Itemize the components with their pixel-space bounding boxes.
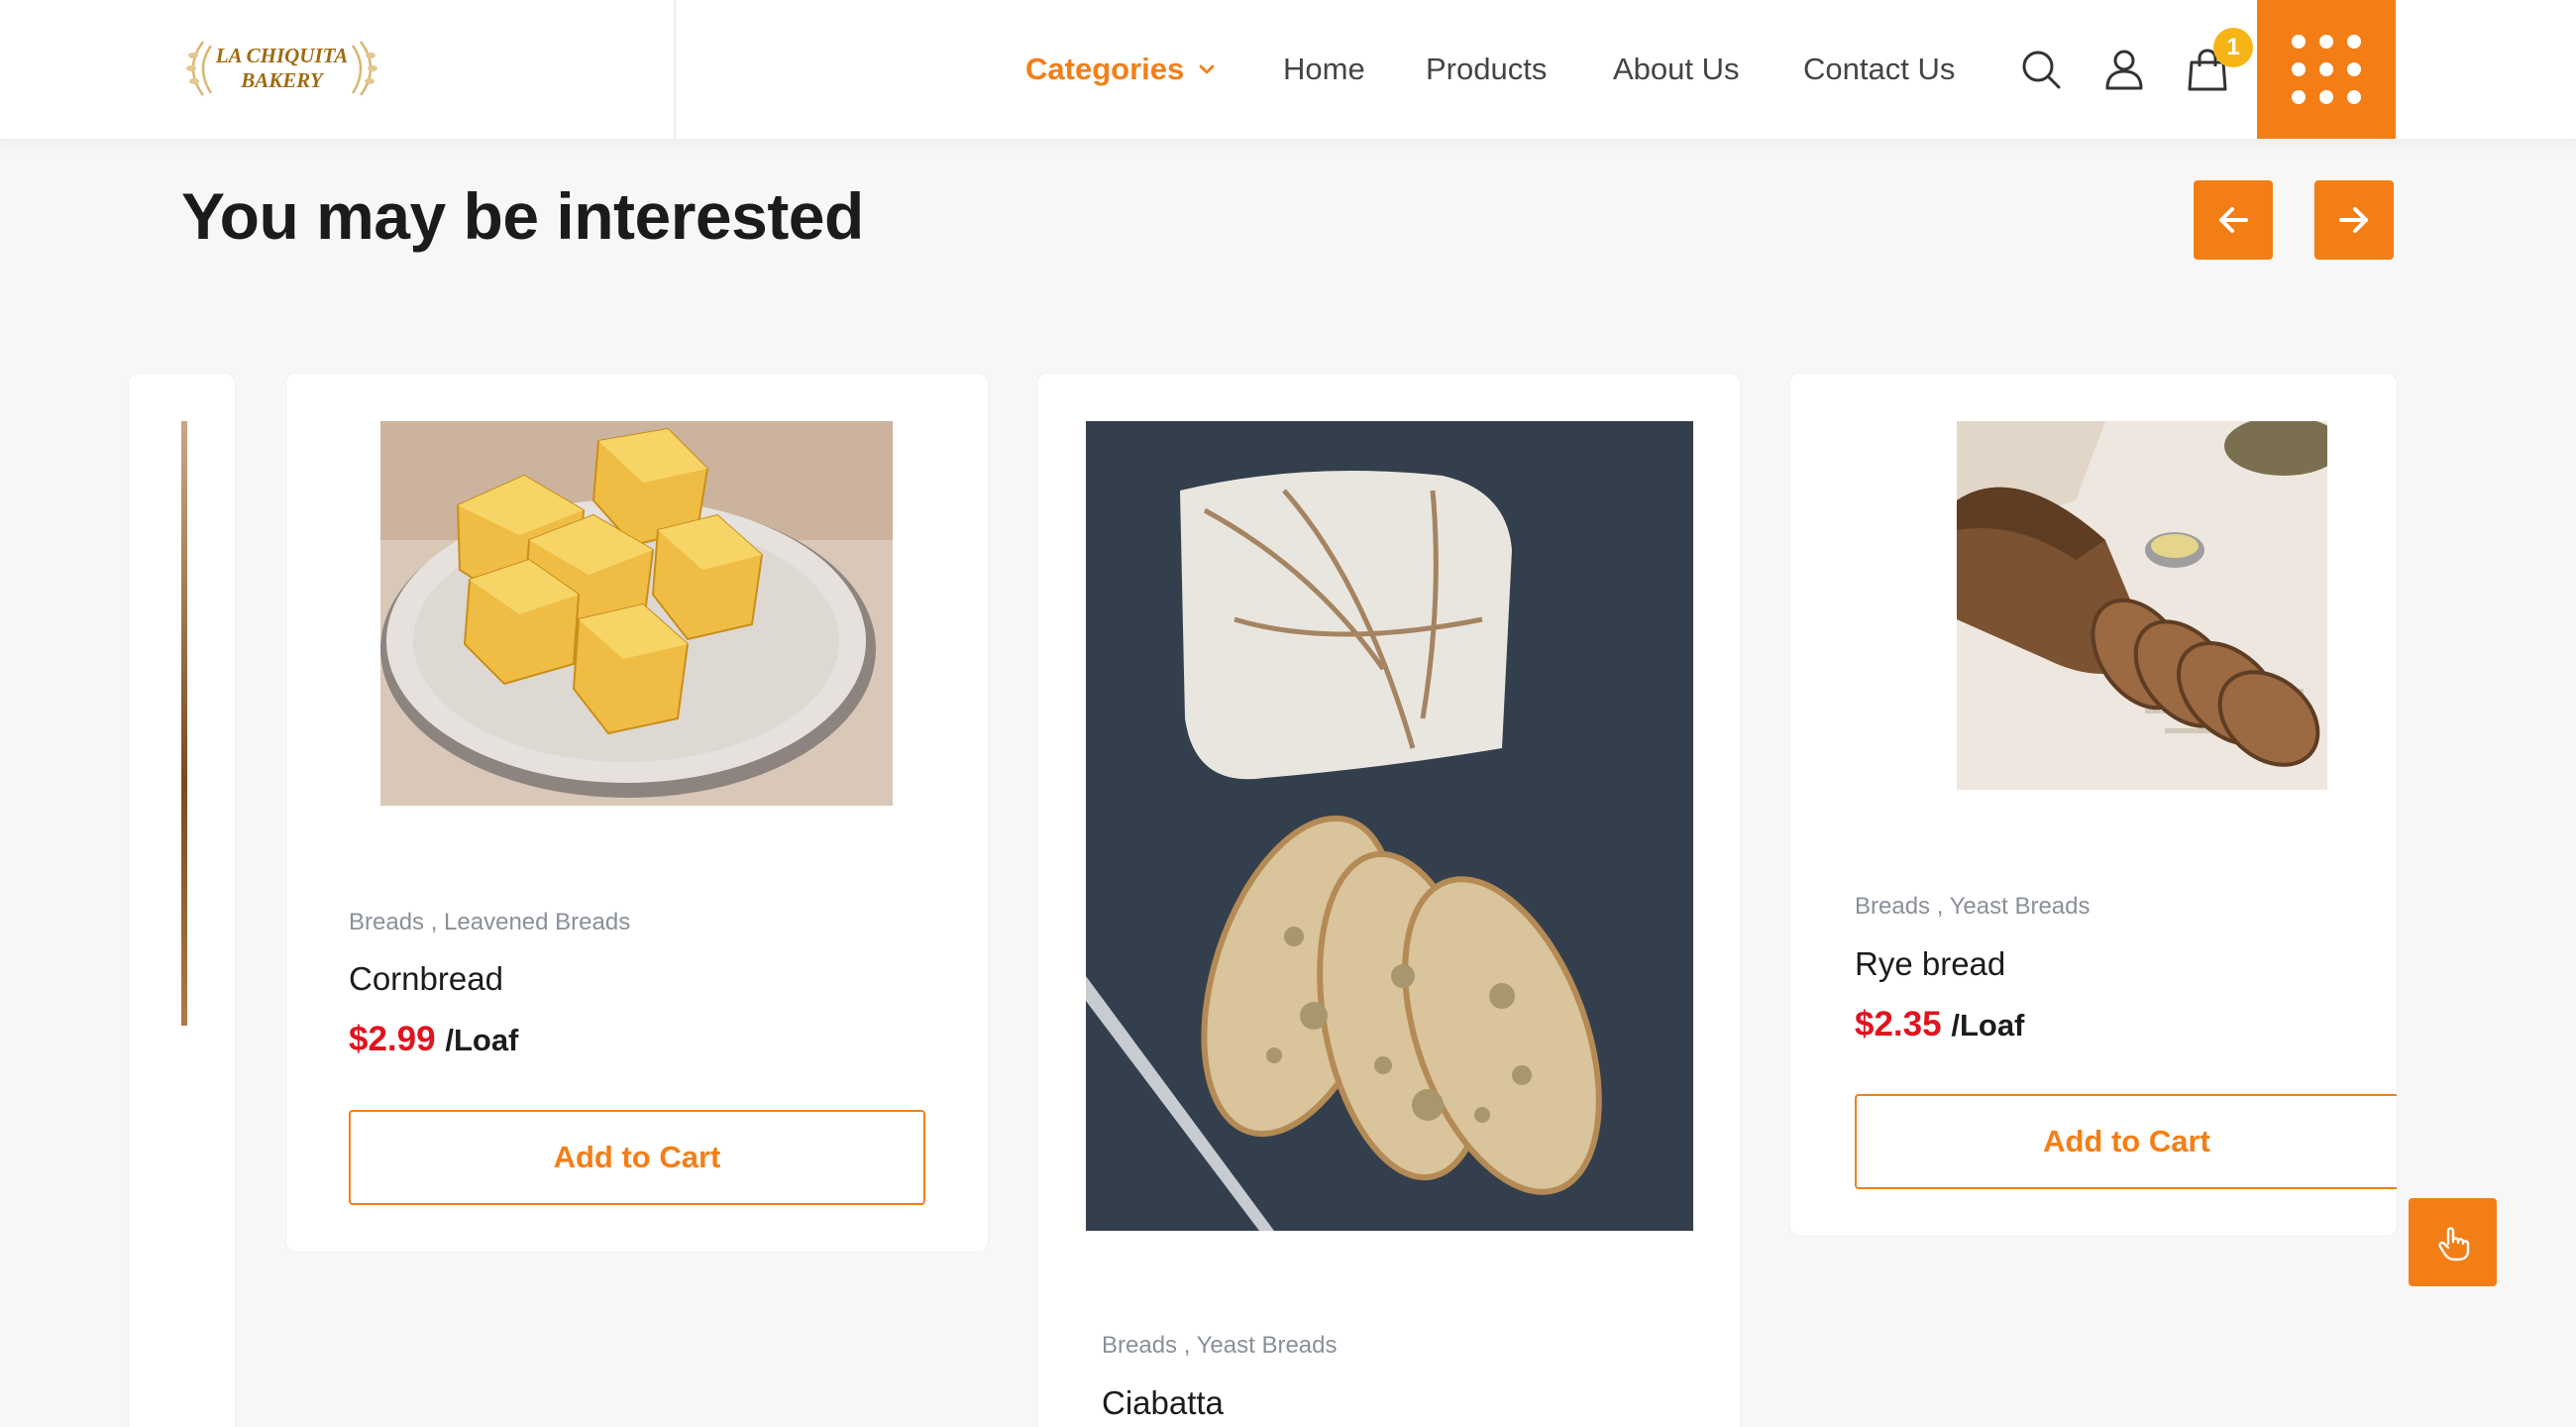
add-to-cart-button[interactable]: Add to Cart xyxy=(1855,1094,2397,1189)
product-card-partial[interactable] xyxy=(129,374,235,1427)
product-card[interactable]: Breads , Leavened Breads Cornbread $2.99… xyxy=(286,374,988,1252)
price-unit: /Loaf xyxy=(1951,1008,2025,1043)
user-icon xyxy=(2105,50,2143,90)
header-divider xyxy=(674,0,676,139)
cart-count-badge: 1 xyxy=(2213,28,2253,67)
product-price: $2.35 /Loaf xyxy=(1855,1005,2024,1044)
nav-home[interactable]: Home xyxy=(1283,0,1365,139)
product-card[interactable]: Breads , Yeast Breads Ciabatta xyxy=(1037,374,1740,1427)
price-unit: /Loaf xyxy=(445,1023,519,1057)
search-icon xyxy=(2022,51,2061,89)
pointer-hand-icon xyxy=(2437,1226,2469,1261)
product-categories[interactable]: Breads , Yeast Breads xyxy=(1102,1332,1338,1360)
section-title: You may be interested xyxy=(181,179,864,253)
grid-menu-icon xyxy=(2292,35,2306,49)
product-image[interactable] xyxy=(1086,421,1693,1231)
product-name[interactable]: Ciabatta xyxy=(1102,1384,1224,1422)
site-header: LA CHIQUITA BAKERY Categories Home Produ… xyxy=(0,0,2576,139)
chevron-down-icon xyxy=(1199,64,1215,74)
logo-line-2: BAKERY xyxy=(241,68,323,92)
product-categories[interactable]: Breads , Leavened Breads xyxy=(349,909,630,936)
nav-products[interactable]: Products xyxy=(1426,0,1547,139)
price-amount: $2.35 xyxy=(1855,1005,1942,1043)
carousel-next-button[interactable] xyxy=(2314,180,2394,260)
nav-categories-label: Categories xyxy=(1025,52,1185,86)
price-amount: $2.99 xyxy=(349,1020,436,1058)
floating-action-button[interactable] xyxy=(2409,1198,2497,1286)
nav-contact-us[interactable]: Contact Us xyxy=(1803,0,1955,139)
logo-line-1: LA CHIQUITA xyxy=(215,44,349,67)
bakery-logo[interactable]: LA CHIQUITA BAKERY xyxy=(181,36,382,101)
product-name[interactable]: Cornbread xyxy=(349,960,503,998)
product-name[interactable]: Rye bread xyxy=(1855,945,2005,983)
logo-text: LA CHIQUITA BAKERY xyxy=(181,36,382,101)
product-price: $2.99 /Loaf xyxy=(349,1020,518,1059)
add-to-cart-button[interactable]: Add to Cart xyxy=(349,1110,925,1205)
product-categories[interactable]: Breads , Yeast Breads xyxy=(1855,893,2091,921)
nav-categories[interactable]: Categories xyxy=(1025,0,1216,139)
account-button[interactable] xyxy=(2102,48,2146,91)
product-image[interactable] xyxy=(380,421,893,806)
grid-menu-button[interactable] xyxy=(2257,0,2396,139)
nav-about-us[interactable]: About Us xyxy=(1613,0,1740,139)
product-image xyxy=(181,421,187,1026)
product-image[interactable] xyxy=(1957,421,2327,790)
search-button[interactable] xyxy=(2019,48,2063,91)
carousel-prev-button[interactable] xyxy=(2194,180,2273,260)
arrow-left-icon xyxy=(2219,207,2248,233)
product-card[interactable]: Breads , Yeast Breads Rye bread $2.35 /L… xyxy=(1790,374,2397,1236)
arrow-right-icon xyxy=(2339,207,2368,233)
